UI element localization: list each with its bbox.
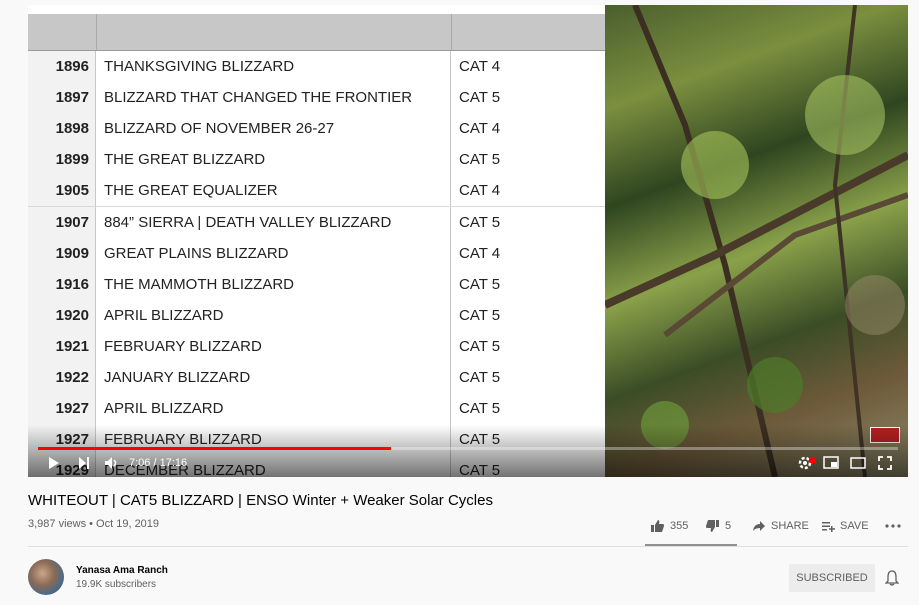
row-name: FEBRUARY BLIZZARD (97, 330, 451, 362)
share-icon (753, 521, 765, 531)
row-category: CAT 4 (459, 244, 501, 262)
dislike-count: 5 (725, 520, 732, 532)
row-name: GREAT PLAINS BLIZZARD (97, 237, 451, 269)
playlist-add-icon (822, 522, 835, 532)
volume-icon[interactable] (104, 456, 120, 475)
table-row: 1920 APRIL BLIZZARD CAT 5 (28, 299, 605, 332)
row-year: 1896 (28, 51, 96, 82)
row-category: CAT 5 (459, 275, 501, 293)
row-name: 884” SIERRA | DEATH VALLEY BLIZZARD (97, 206, 451, 238)
thumbs-up-icon (651, 520, 664, 532)
row-year: 1916 (28, 268, 96, 300)
theater-mode-icon[interactable] (850, 456, 866, 474)
row-name: THE GREAT BLIZZARD (97, 144, 451, 176)
channel-avatar[interactable] (28, 559, 64, 595)
more-actions-button[interactable] (885, 514, 906, 538)
row-year: 1898 (28, 113, 96, 145)
share-label: SHARE (771, 520, 809, 532)
video-actions: 355 5 SHARE SAVE (645, 514, 910, 544)
divider (28, 546, 908, 547)
row-year: 1899 (28, 144, 96, 176)
save-label: SAVE (840, 520, 869, 532)
table-row: 1897 BLIZZARD THAT CHANGED THE FRONTIER CA… (28, 82, 605, 115)
row-name: APRIL BLIZZARD (97, 393, 451, 425)
row-category: CAT 5 (459, 337, 501, 355)
next-icon[interactable] (78, 456, 90, 475)
share-button[interactable]: SHARE (752, 514, 809, 538)
row-name: THE MAMMOTH BLIZZARD (97, 268, 451, 300)
video-title: WHITEOUT | CAT5 BLIZZARD | ENSO Winter +… (28, 492, 493, 509)
table-row: 1905 THE GREAT EQUALIZER CAT 4 (28, 175, 605, 208)
save-button[interactable]: SAVE (821, 514, 869, 538)
row-category: CAT 5 (459, 89, 501, 107)
sheet-header-row (28, 14, 605, 51)
like-button[interactable]: 355 (650, 514, 688, 538)
row-category: CAT 5 (459, 369, 501, 386)
play-icon[interactable] (48, 456, 60, 475)
table-row: 1921 FEBRUARY BLIZZARD CAT 5 (28, 330, 605, 363)
row-category: CAT 4 (459, 58, 501, 75)
row-category: CAT 4 (459, 120, 501, 138)
row-category: CAT 4 (459, 182, 501, 200)
thumbs-down-icon (706, 520, 719, 532)
row-name: JANUARY BLIZZARD (97, 362, 451, 393)
row-name: APRIL BLIZZARD (97, 299, 451, 331)
subscriber-count: 19.9K subscribers (76, 579, 157, 590)
bell-icon[interactable] (884, 570, 900, 591)
fullscreen-icon[interactable] (878, 456, 892, 475)
table-row: 1927 APRIL BLIZZARD CAT 5 (28, 393, 605, 426)
row-category: CAT 5 (459, 151, 501, 169)
row-name: BLIZZARD OF NOVEMBER 26-27 (97, 113, 451, 145)
table-row: 1896 THANKSGIVING BLIZZARD CAT 4 (28, 51, 605, 83)
miniplayer-icon[interactable] (823, 456, 839, 474)
channel-name[interactable]: Yanasa Ama Ranch (76, 565, 168, 576)
row-year: 1907 (28, 206, 96, 238)
row-year: 1897 (28, 82, 96, 114)
subscribe-button[interactable]: SUBSCRIBED (789, 564, 875, 592)
time-display: 7:06 / 17:16 (129, 457, 188, 469)
table-row: 1922 JANUARY BLIZZARD CAT 5 (28, 362, 605, 394)
row-name: THANKSGIVING BLIZZARD (97, 51, 451, 82)
table-row: 1909 GREAT PLAINS BLIZZARD CAT 4 (28, 237, 605, 270)
row-name: BLIZZARD THAT CHANGED THE FRONTIER (97, 82, 451, 114)
more-horizontal-icon (885, 524, 901, 528)
row-year: 1921 (28, 330, 96, 362)
progress-played (38, 447, 391, 450)
row-category: CAT 5 (459, 400, 501, 418)
forest-footage (605, 5, 908, 477)
spreadsheet-frame: 1896 THANKSGIVING BLIZZARD CAT 4 1897 BLIZZA… (28, 5, 605, 477)
table-row: 1899 THE GREAT BLIZZARD CAT 5 (28, 144, 605, 177)
video-player[interactable]: 1896 THANKSGIVING BLIZZARD CAT 4 1897 BLIZZA… (28, 5, 908, 477)
row-year: 1909 (28, 237, 96, 269)
hd-badge (809, 458, 816, 463)
row-year: 1920 (28, 299, 96, 331)
view-count-date: 3,987 views • Oct 19, 2019 (28, 518, 160, 530)
row-year: 1905 (28, 175, 96, 207)
row-category: CAT 5 (459, 306, 501, 324)
table-row: 1898 BLIZZARD OF NOVEMBER 26-27 CAT 4 (28, 113, 605, 146)
row-year: 1927 (28, 393, 96, 425)
table-row: 1907 884” SIERRA | DEATH VALLEY BLIZZARD C… (28, 206, 605, 239)
row-year: 1922 (28, 362, 96, 393)
row-category: CAT 5 (459, 213, 501, 231)
row-name: THE GREAT EQUALIZER (97, 175, 451, 207)
dislike-button[interactable]: 5 (705, 514, 731, 538)
like-count: 355 (670, 520, 689, 532)
table-row: 1916 THE MAMMOTH BLIZZARD CAT 5 (28, 268, 605, 301)
